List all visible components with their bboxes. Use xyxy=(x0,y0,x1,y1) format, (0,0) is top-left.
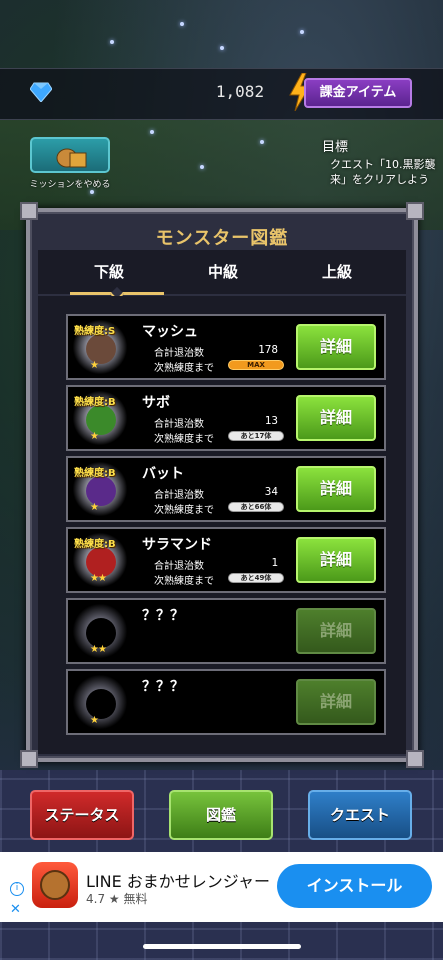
monster-row: 熟練度:B ★ バット 合計退治数 34 次熟練度まで あと66体 詳細 xyxy=(66,456,386,522)
detail-button[interactable]: 詳細 xyxy=(296,395,376,441)
monster-name: ？？？ xyxy=(142,679,184,695)
monster-name: バット xyxy=(142,466,184,482)
close-icon[interactable]: ✕ xyxy=(10,902,21,917)
rank-tabs: 下級 中級 上級 xyxy=(38,250,406,294)
app-icon xyxy=(32,862,78,908)
detail-button-disabled: 詳細 xyxy=(296,679,376,725)
detail-button-disabled: 詳細 xyxy=(296,608,376,654)
diamond-icon xyxy=(30,82,52,102)
next-mastery-badge: あと66体 xyxy=(228,502,284,512)
mastery-level: 熟練度:B xyxy=(74,539,116,550)
detail-button[interactable]: 詳細 xyxy=(296,324,376,370)
monster-row-locked: ★ ？？？ 詳細 xyxy=(66,669,386,735)
monster-row: 熟練度:B ★ サボ 合計退治数 13 次熟練度まで あと17体 詳細 xyxy=(66,385,386,451)
monster-portrait: 熟練度:S ★ xyxy=(72,320,128,374)
firefly xyxy=(220,46,224,50)
next-label: 次熟練度まで xyxy=(154,363,214,374)
tab-lower[interactable]: 下級 xyxy=(54,250,164,294)
monster-list: 熟練度:S ★ マッシュ 合計退治数 178 次熟練度まで MAX 詳細 熟練度… xyxy=(38,296,406,754)
kills-value: 13 xyxy=(264,414,278,427)
next-mastery-badge: あと17体 xyxy=(228,431,284,441)
panel-corner xyxy=(406,750,424,768)
kills-value: 34 xyxy=(264,485,278,498)
monster-portrait: ★ xyxy=(72,675,128,729)
star-rating: ★ xyxy=(90,715,99,726)
kills-label: 合計退治数 xyxy=(154,348,204,359)
panel-corner xyxy=(406,202,424,220)
next-mastery-badge: あと49体 xyxy=(228,573,284,583)
ad-title: LINE おまかせレンジャー xyxy=(86,872,270,891)
firefly xyxy=(200,165,204,169)
panel-corner xyxy=(20,750,38,768)
star-rating: ★ xyxy=(90,360,99,371)
home-indicator[interactable] xyxy=(143,944,301,949)
next-label: 次熟練度まで xyxy=(154,434,214,445)
next-label: 次熟練度まで xyxy=(154,505,214,516)
monster-portrait: ★★ xyxy=(72,604,128,658)
shop-button[interactable]: 課金アイテム xyxy=(304,78,412,108)
star-rating: ★★ xyxy=(90,644,107,655)
quest-button[interactable]: クエスト xyxy=(308,790,412,840)
kills-label: 合計退治数 xyxy=(154,490,204,501)
kills-label: 合計退治数 xyxy=(154,561,204,572)
ad-banner[interactable]: i ✕ LINE おまかせレンジャー 4.7 ★ 無料 インストール xyxy=(0,852,443,922)
star-rating: ★★ xyxy=(90,573,107,584)
install-button[interactable]: インストール xyxy=(277,864,432,908)
monster-name: サボ xyxy=(142,395,170,411)
monster-name: サラマンド xyxy=(142,537,212,553)
detail-button[interactable]: 詳細 xyxy=(296,466,376,512)
treasure-bag-icon xyxy=(56,148,87,168)
gem-count: 1,082 xyxy=(215,82,265,101)
bear-face-icon xyxy=(40,870,70,900)
kills-value: 178 xyxy=(258,343,278,356)
ad-info-icon[interactable]: i xyxy=(10,882,24,896)
firefly xyxy=(260,140,264,144)
firefly xyxy=(300,30,304,34)
firefly xyxy=(150,130,154,134)
next-mastery-badge: MAX xyxy=(228,360,284,370)
monster-portrait: 熟練度:B ★ xyxy=(72,462,128,516)
monster-book-button[interactable]: 図鑑 xyxy=(169,790,273,840)
firefly xyxy=(90,190,94,194)
mastery-level: 熟練度:B xyxy=(74,468,116,479)
monster-row: 熟練度:B ★★ サラマンド 合計退治数 1 次熟練度まで あと49体 詳細 xyxy=(66,527,386,593)
detail-button[interactable]: 詳細 xyxy=(296,537,376,583)
tab-upper[interactable]: 上級 xyxy=(282,250,392,294)
goal-title: 目標 xyxy=(322,140,349,155)
kills-value: 1 xyxy=(271,556,278,569)
monster-portrait: 熟練度:B ★ xyxy=(72,391,128,445)
mastery-level: 熟練度:B xyxy=(74,397,116,408)
next-label: 次熟練度まで xyxy=(154,576,214,587)
panel-corner xyxy=(20,202,38,220)
panel-title: モンスター図鑑 xyxy=(155,228,289,249)
kills-label: 合計退治数 xyxy=(154,419,204,430)
monster-row-locked: ★★ ？？？ 詳細 xyxy=(66,598,386,664)
goal-text: クエスト「10.黒影襲来」をクリアしよう xyxy=(330,158,436,186)
monster-name: ？？？ xyxy=(142,608,184,624)
tab-middle[interactable]: 中級 xyxy=(168,250,278,294)
monster-book-panel: モンスター図鑑 下級 中級 上級 熟練度:S ★ マッシュ 合計退治数 178 … xyxy=(20,202,424,768)
monster-row: 熟練度:S ★ マッシュ 合計退治数 178 次熟練度まで MAX 詳細 xyxy=(66,314,386,380)
star-rating: ★ xyxy=(90,431,99,442)
monster-name: マッシュ xyxy=(142,324,198,340)
monster-portrait: 熟練度:B ★★ xyxy=(72,533,128,587)
ad-rating: 4.7 ★ 無料 xyxy=(86,892,148,906)
mastery-level: 熟練度:S xyxy=(74,326,116,337)
firefly xyxy=(180,22,184,26)
star-rating: ★ xyxy=(90,502,99,513)
cancel-mission-label: ミッションをやめる xyxy=(29,180,111,190)
firefly xyxy=(110,40,114,44)
status-button[interactable]: ステータス xyxy=(30,790,134,840)
